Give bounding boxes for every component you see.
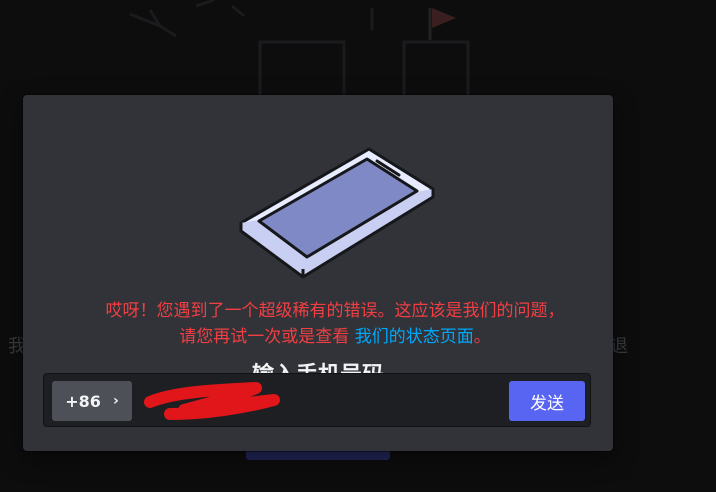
error-line-2: 请您再试一次或是查看 我们的状态页面。 [30, 324, 640, 350]
send-button[interactable]: 发送 [509, 381, 585, 421]
error-message: 哎呀！您遇到了一个超级稀有的错误。这应该是我们的问题， 请您再试一次或是查看 我… [30, 298, 640, 350]
phone-illustration [239, 147, 435, 279]
phone-number-input[interactable] [144, 382, 488, 422]
status-page-link[interactable]: 我们的状态页面 [355, 327, 474, 347]
error-line-2-prefix: 请您再试一次或是查看 [179, 327, 355, 347]
country-code-selector[interactable]: +86 › [52, 381, 132, 421]
country-code-label: +86 [65, 391, 101, 411]
error-line-2-suffix: 。 [473, 327, 491, 347]
phone-input-row: +86 › 发送 [43, 373, 591, 427]
chevron-right-icon: › [112, 393, 119, 409]
error-line-1: 哎呀！您遇到了一个超级稀有的错误。这应该是我们的问题， [105, 301, 565, 321]
